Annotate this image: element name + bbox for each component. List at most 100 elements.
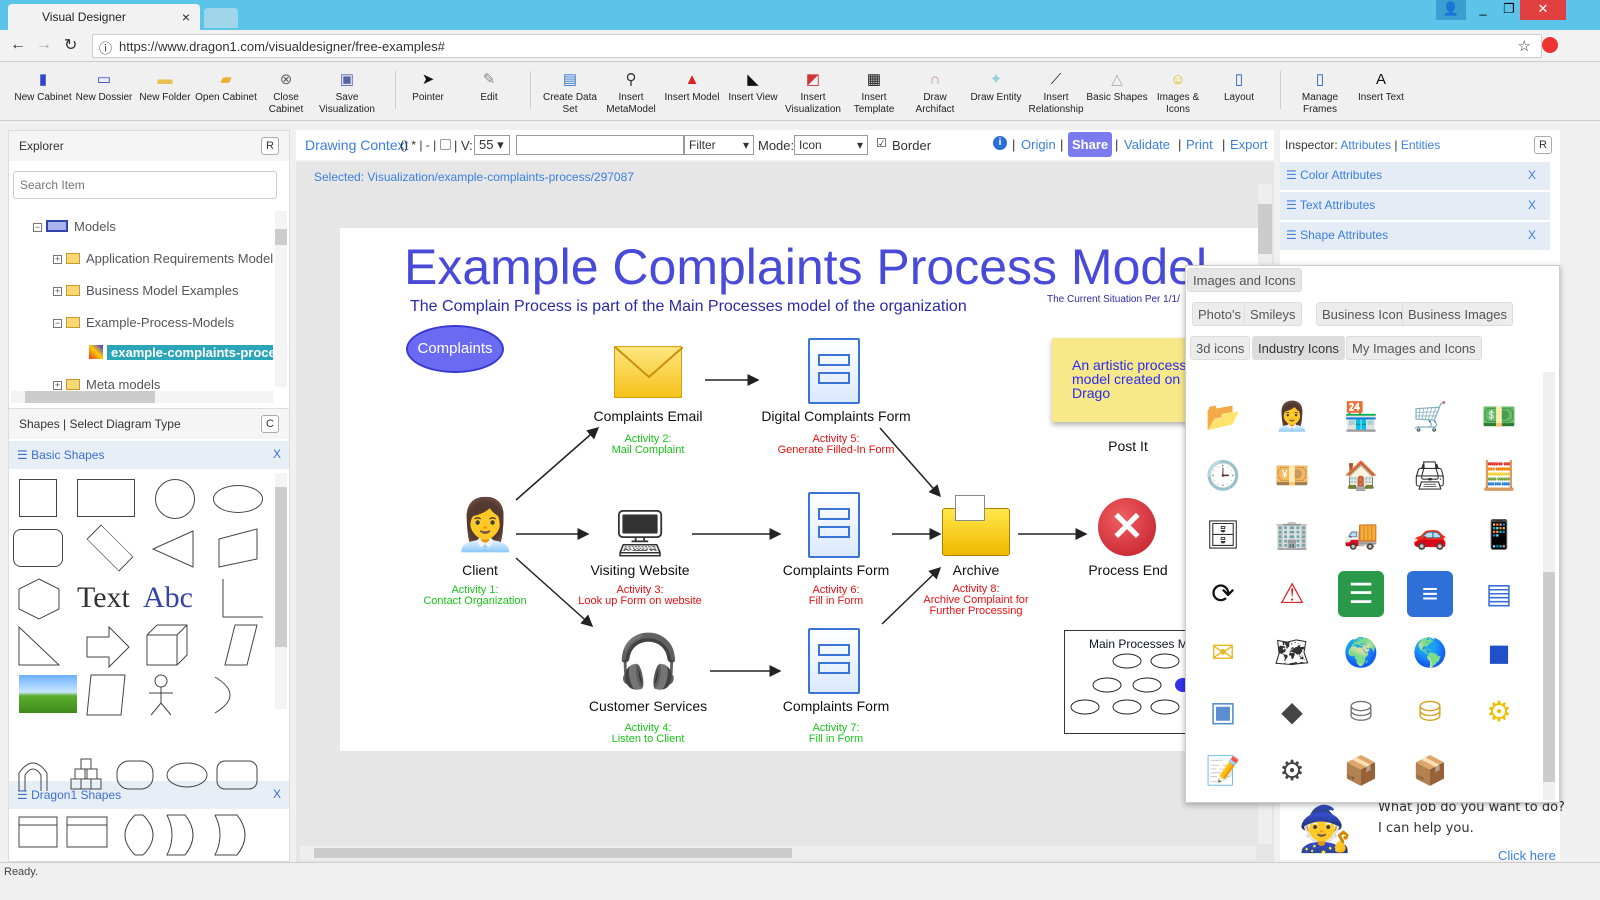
cube-icon[interactable]: ◼: [1476, 630, 1522, 676]
share-button[interactable]: Share: [1068, 132, 1113, 157]
shape-attributes-section[interactable]: ☰ Shape Attributes X: [1280, 222, 1550, 250]
images-tab[interactable]: Business Icons: [1316, 302, 1416, 326]
dragon1-shapes[interactable]: [15, 755, 275, 863]
warning-icon[interactable]: ⚠: [1269, 571, 1315, 617]
close-basic-shapes[interactable]: X: [273, 447, 281, 461]
square-shape[interactable]: [19, 479, 57, 517]
box-icon[interactable]: ▣: [1200, 689, 1246, 735]
bookmark-star-icon[interactable]: ☆: [1518, 37, 1531, 55]
origin-link[interactable]: Origin: [1021, 137, 1056, 152]
inspector-reset-button[interactable]: R: [1534, 136, 1552, 154]
images-tab[interactable]: 3d icons: [1190, 336, 1251, 360]
building-icon[interactable]: 🏢: [1269, 512, 1315, 558]
client-person-icon[interactable]: 👩‍💼: [454, 492, 516, 558]
line-shape[interactable]: [215, 577, 265, 621]
visiting-website-label[interactable]: Visiting Website: [570, 562, 710, 578]
digital-complaints-form-label[interactable]: Digital Complaints Form: [756, 408, 916, 424]
main-processes-thumbnail[interactable]: Main Processes M: [1064, 630, 1204, 734]
globe2-icon[interactable]: 🌎: [1407, 630, 1453, 676]
tree-item-models[interactable]: − Models: [33, 219, 116, 234]
calculator-icon[interactable]: 🧮: [1476, 453, 1522, 499]
toolbar-new-folder-button[interactable]: ▬ New Folder: [134, 71, 196, 104]
process-end-label[interactable]: Process End: [1078, 562, 1178, 578]
url-input[interactable]: ⓘ https://www.dragon1.com/visualdesigner/…: [92, 34, 1542, 58]
phone-icon[interactable]: 📱: [1476, 512, 1522, 558]
context-checkbox[interactable]: [440, 139, 451, 150]
toolbar-insert-metamodel-button[interactable]: ⚲ Insert MetaModel: [600, 71, 662, 116]
house-icon[interactable]: 🏠: [1338, 453, 1384, 499]
assistant-click-here-link[interactable]: Click here: [1498, 848, 1556, 863]
dark-cube-icon[interactable]: ◆: [1269, 689, 1315, 735]
toolbar-create-data-set-button[interactable]: ▤ Create Data Set: [539, 71, 601, 116]
back-icon[interactable]: ←: [10, 36, 26, 54]
post-it-label[interactable]: Post It: [1100, 438, 1156, 454]
document-icon[interactable]: ≡: [1407, 571, 1453, 617]
folder-docs-icon[interactable]: 📂: [1200, 394, 1246, 440]
form-icon[interactable]: ▤: [1476, 571, 1522, 617]
toolbar-insert-text-button[interactable]: A Insert Text: [1350, 71, 1412, 104]
globe-icon[interactable]: 🌍: [1338, 630, 1384, 676]
gold-box-icon[interactable]: 📦: [1407, 748, 1453, 794]
filter-select[interactable]: Filter ▾: [684, 135, 754, 155]
toolbar-save-visualization-button[interactable]: ▣ Save Visualization: [316, 71, 378, 116]
context-search-input[interactable]: [516, 135, 684, 155]
toolbar-insert-visualization-button[interactable]: ◩ Insert Visualization: [782, 71, 844, 116]
toolbar-open-cabinet-button[interactable]: ▰ Open Cabinet: [195, 71, 257, 104]
diamond-shape[interactable]: [86, 524, 134, 572]
entities-link[interactable]: Entities: [1401, 138, 1440, 152]
circle-shape[interactable]: [155, 479, 195, 519]
rectangle-shape[interactable]: [77, 479, 135, 517]
shapes-scrollbar[interactable]: [275, 473, 287, 709]
complaints-form-icon[interactable]: [808, 492, 860, 558]
images-tab[interactable]: Smileys: [1244, 302, 1302, 326]
canvas-horizontal-scrollbar[interactable]: [300, 846, 1256, 860]
toolbar-insert-model-button[interactable]: ▲ Insert Model: [661, 71, 723, 104]
customer-services-label[interactable]: Customer Services: [578, 698, 718, 714]
toolbar-close-cabinet-button[interactable]: ⊗ Close Cabinet: [255, 71, 317, 116]
user-icon[interactable]: 👤: [1436, 0, 1466, 20]
toolbar-insert-view-button[interactable]: ◣ Insert View: [722, 71, 784, 104]
close-window-button[interactable]: ✕: [1520, 0, 1566, 20]
complaints-form-2-icon[interactable]: [808, 628, 860, 694]
cash-icon[interactable]: 💴: [1269, 453, 1315, 499]
tree-item-meta-models[interactable]: + Meta models: [53, 377, 160, 392]
toolbar-layout-button[interactable]: ▯ Layout: [1208, 71, 1270, 104]
refresh-icon[interactable]: ⟳: [1200, 571, 1246, 617]
post-it-note[interactable]: An artistic process model created on Dra…: [1052, 338, 1192, 422]
contract-icon[interactable]: 📝: [1200, 748, 1246, 794]
gear-icon[interactable]: ⚙: [1476, 689, 1522, 735]
toolbar-insert-template-button[interactable]: ▦ Insert Template: [843, 71, 905, 116]
images-tab[interactable]: Industry Icons: [1252, 336, 1345, 360]
toolbar-draw-archifact-button[interactable]: ∩ Draw Archifact: [904, 71, 966, 116]
toolbar-draw-entity-button[interactable]: ✦ Draw Entity: [965, 71, 1027, 104]
images-tab[interactable]: Photo's: [1192, 302, 1247, 326]
email-envelope-icon[interactable]: [614, 346, 684, 398]
v-select[interactable]: 55 ▾: [474, 135, 510, 155]
complaints-email-label[interactable]: Complaints Email: [578, 408, 718, 424]
toolbar-images-icons-button[interactable]: ☺ Images & Icons: [1147, 71, 1209, 116]
money-icon[interactable]: 💵: [1476, 394, 1522, 440]
text-shape[interactable]: Text: [77, 581, 130, 615]
hexagon-shape[interactable]: [15, 577, 65, 621]
browser-tab[interactable]: Visual Designer ×: [8, 4, 200, 30]
toolbar-edit-button[interactable]: ✎ Edit: [458, 71, 520, 104]
color-attributes-section[interactable]: ☰ Color Attributes X: [1280, 162, 1550, 190]
hand-gear-icon[interactable]: ⚙: [1269, 748, 1315, 794]
shapes-clear-button[interactable]: C: [261, 415, 279, 433]
customer-service-icon[interactable]: 🎧: [616, 626, 681, 698]
export-link[interactable]: Export: [1230, 137, 1268, 152]
client-label[interactable]: Client: [450, 562, 510, 578]
store-icon[interactable]: 🏪: [1338, 394, 1384, 440]
computer-icon[interactable]: 🖥: [610, 504, 670, 562]
explorer-vertical-scrollbar[interactable]: [275, 211, 287, 387]
search-item-input[interactable]: [13, 171, 277, 199]
icon-grid-scrollbar[interactable]: [1543, 372, 1555, 800]
tree-item-application-requirements[interactable]: + Application Requirements Model: [53, 251, 273, 266]
car-icon[interactable]: 🚗: [1407, 512, 1453, 558]
toolbar-insert-relationship-button[interactable]: ⟋ Insert Relationship: [1025, 71, 1087, 116]
printer-icon[interactable]: 🖨: [1407, 453, 1453, 499]
clock-icon[interactable]: 🕒: [1200, 453, 1246, 499]
list-icon[interactable]: ☰: [1338, 571, 1384, 617]
border-checkbox[interactable]: ☑: [876, 136, 887, 150]
landscape-image-shape[interactable]: [19, 675, 77, 713]
